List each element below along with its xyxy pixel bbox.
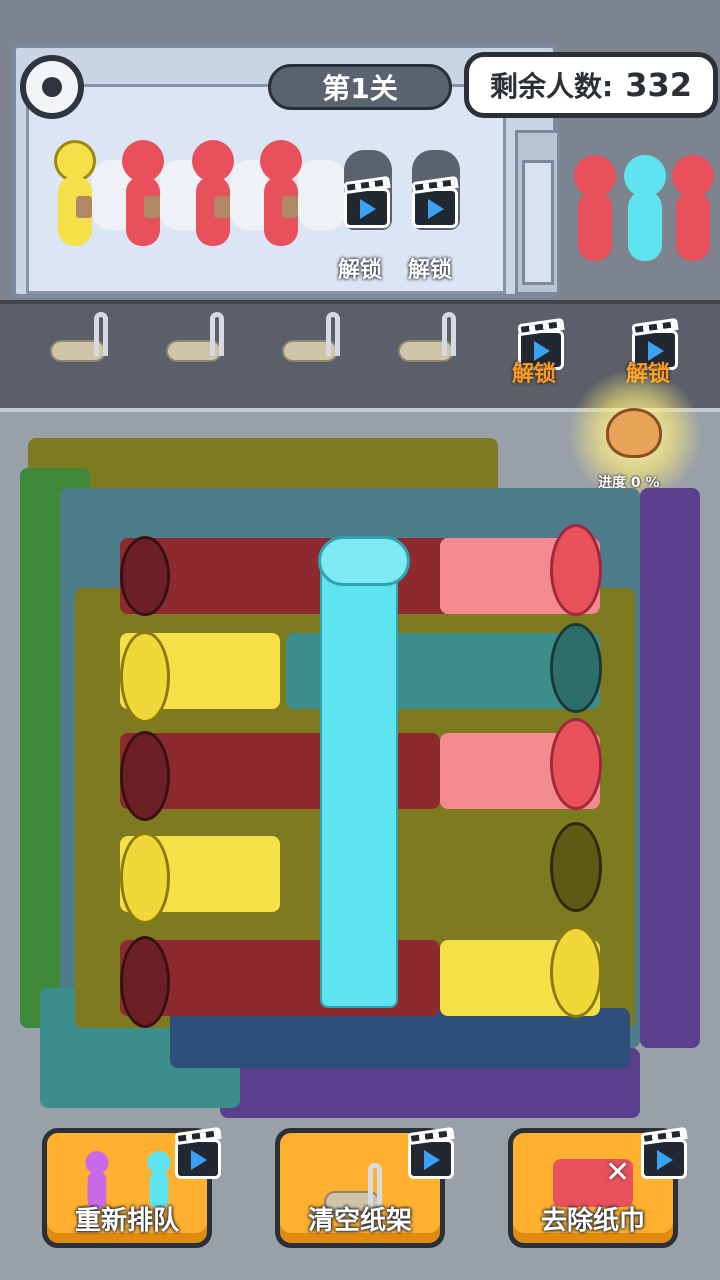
remove-tissue-button[interactable]: ✕ 去除纸巾 (508, 1128, 687, 1248)
queue-person-red (566, 155, 622, 265)
tissue-roll-red[interactable] (550, 718, 602, 810)
paper-holder-4 (398, 312, 468, 372)
stall-person-red (114, 140, 170, 250)
remove-x-icon: ✕ (605, 1155, 631, 1190)
requeue-button[interactable]: 重新排队 (42, 1128, 221, 1248)
paper-roll-icon (144, 196, 160, 218)
stall-person-red (184, 140, 240, 250)
restroom-door (522, 160, 554, 285)
board-layer-purple (640, 488, 700, 1048)
tissue-roll-darkred[interactable] (120, 731, 170, 821)
remaining-people-counter: 剩余人数: 332 (464, 52, 718, 118)
video-clapper-icon (641, 1139, 687, 1179)
play-icon (360, 199, 376, 219)
play-icon (424, 1150, 440, 1170)
clear-rack-button[interactable]: 清空纸架 (275, 1128, 454, 1248)
video-clapper-icon (175, 1139, 221, 1179)
holder-arm (94, 312, 108, 356)
remove-tissue-label: 去除纸巾 (540, 1206, 645, 1236)
play-icon (191, 1150, 207, 1170)
holder-unlock-label: 解锁 (512, 362, 557, 387)
stall-unlock-label: 解锁 (408, 258, 453, 283)
clear-rack-label: 清空纸架 (307, 1206, 412, 1236)
tissue-roll-yellow[interactable] (120, 832, 170, 924)
gear-center (42, 77, 62, 97)
tissue-roll-teal[interactable] (550, 623, 602, 713)
person-body (578, 191, 612, 261)
queue-person-red (664, 155, 720, 265)
tissue-roll-darkred[interactable] (120, 936, 170, 1028)
settings-gear-icon[interactable] (20, 55, 84, 119)
paper-roll-icon (214, 196, 230, 218)
paper-holder-3 (282, 312, 352, 372)
tissue-roll-yellow[interactable] (550, 926, 602, 1018)
play-icon (428, 199, 444, 219)
tissue-strip-cyan[interactable] (320, 558, 398, 1008)
person-body (628, 191, 662, 261)
level-label: 第1关 (322, 72, 398, 105)
holder-arm (326, 312, 340, 356)
video-clapper-icon (412, 188, 458, 228)
holder-arm (442, 312, 456, 356)
paper-roll-icon (282, 196, 298, 218)
tissue-roll-yellow[interactable] (120, 631, 170, 723)
tissue-board (20, 428, 700, 1128)
tissue-roll-olive[interactable] (550, 822, 602, 912)
tissue-roll-cyan[interactable] (318, 536, 410, 586)
paper-roll-icon (76, 196, 92, 218)
play-icon (657, 1150, 673, 1170)
stall-person-red (252, 140, 308, 250)
paper-holder-1 (50, 312, 120, 372)
video-clapper-icon (344, 188, 390, 228)
tissue-roll-darkred[interactable] (120, 536, 170, 616)
remaining-label: 剩余人数: (490, 70, 614, 103)
stall-unlock-label: 解锁 (338, 258, 383, 283)
paper-holder-2 (166, 312, 236, 372)
stall-person-yellow (46, 140, 102, 250)
requeue-label: 重新排队 (74, 1206, 179, 1236)
video-clapper-icon (408, 1139, 454, 1179)
tissue-roll-red[interactable] (550, 524, 602, 616)
holder-arm (210, 312, 224, 356)
board-layer-navy (170, 1008, 630, 1068)
level-indicator: 第1关 (268, 64, 452, 110)
person-body (676, 191, 710, 261)
remaining-count: 332 (625, 66, 692, 104)
